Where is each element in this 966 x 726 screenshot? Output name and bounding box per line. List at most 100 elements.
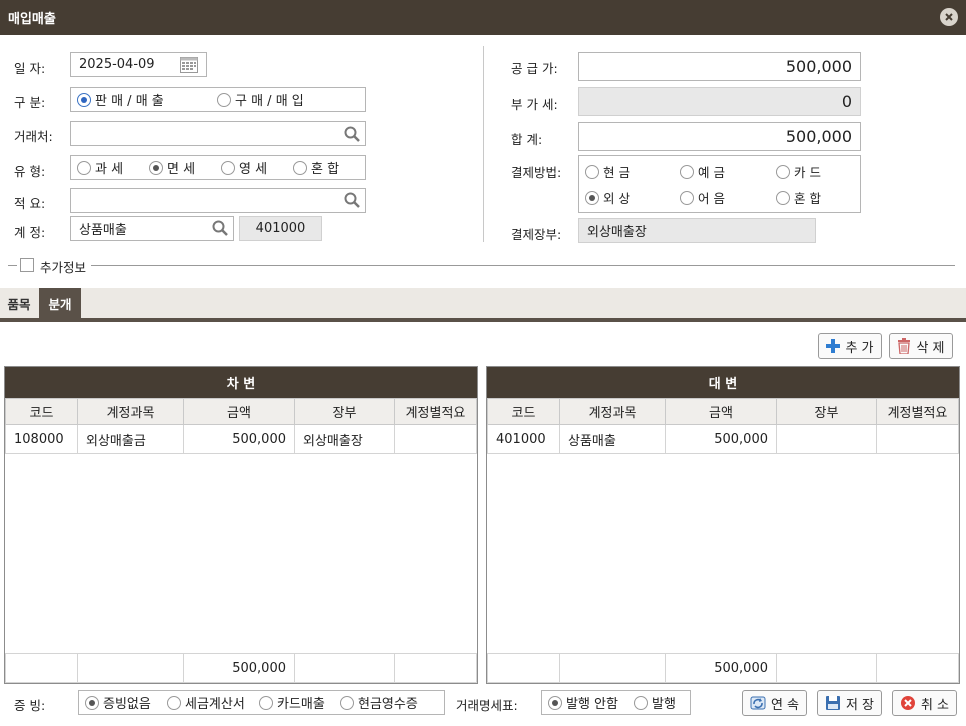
credit-table: 코드 계정과목 금액 장부 계정별적요 401000 상품매출 500,000 <box>487 398 959 454</box>
extra-info-label: 추가정보 <box>40 260 87 275</box>
kind-option-taxable[interactable]: 과 세 <box>77 158 149 177</box>
radio-icon[interactable] <box>634 695 648 710</box>
cell-code[interactable]: 108000 <box>5 424 78 454</box>
delete-row-button[interactable]: 삭 제 <box>889 333 953 359</box>
vat-label: 부 가 세: <box>511 97 558 112</box>
cell-code[interactable]: 401000 <box>487 424 560 454</box>
radio-icon[interactable] <box>548 695 562 710</box>
type-option-sale[interactable]: 판 매 / 매 출 <box>77 90 217 109</box>
radio-icon[interactable] <box>149 160 163 175</box>
pay-option-cash[interactable]: 현 금 <box>585 162 630 181</box>
credit-total: 500,000 <box>665 653 777 683</box>
radio-icon[interactable] <box>77 160 91 175</box>
calendar-icon[interactable] <box>180 56 198 73</box>
evidence-option-cash-receipt[interactable]: 현금영수증 <box>340 693 418 712</box>
continue-button[interactable]: 연 속 <box>742 690 807 716</box>
statement-option-issue[interactable]: 발행 <box>634 693 676 712</box>
close-button[interactable] <box>940 8 958 26</box>
credit-col-memo[interactable]: 계정별적요 <box>876 398 959 425</box>
evidence-option-tax-invoice[interactable]: 세금계산서 <box>167 693 259 712</box>
pay-option-mixed[interactable]: 혼 합 <box>776 188 821 207</box>
radio-icon[interactable] <box>776 164 790 179</box>
extra-info-checkbox[interactable] <box>20 258 34 272</box>
radio-icon[interactable] <box>167 695 181 710</box>
credit-grid: 대 변 코드 계정과목 금액 장부 계정별적요 401000 상품매출 500,… <box>486 366 960 684</box>
kind-option-exempt[interactable]: 면 세 <box>149 158 221 177</box>
cancel-button[interactable]: 취 소 <box>892 690 957 716</box>
account-code: 401000 <box>239 216 322 241</box>
cell-amount[interactable]: 500,000 <box>665 424 777 454</box>
account-search-icon[interactable] <box>212 220 228 236</box>
partner-search-icon[interactable] <box>344 126 360 142</box>
credit-col-ledger[interactable]: 장부 <box>776 398 877 425</box>
vat-amount: 0 <box>578 87 861 116</box>
cell-ledger[interactable] <box>776 424 877 454</box>
radio-icon[interactable] <box>259 695 273 710</box>
credit-col-code[interactable]: 코드 <box>487 398 560 425</box>
cell-memo[interactable] <box>876 424 959 454</box>
memo-search-icon[interactable] <box>344 192 360 208</box>
memo-input[interactable] <box>70 188 366 213</box>
total-amount-input[interactable]: 500,000 <box>578 122 861 151</box>
close-icon <box>945 13 953 21</box>
radio-icon[interactable] <box>340 695 354 710</box>
memo-label: 적 요: <box>14 196 46 211</box>
pay-option-credit[interactable]: 외 상 <box>585 188 630 207</box>
tab-journal[interactable]: 분개 <box>39 288 81 318</box>
debit-total: 500,000 <box>183 653 295 683</box>
evidence-option-card[interactable]: 카드매출 <box>259 693 340 712</box>
kind-label: 유 형: <box>14 164 46 179</box>
plus-icon <box>826 339 841 353</box>
floppy-disk-icon <box>825 696 840 710</box>
kind-option-zero[interactable]: 영 세 <box>221 158 293 177</box>
cancel-icon <box>900 696 915 710</box>
type-label: 구 분: <box>14 95 46 110</box>
cell-memo[interactable] <box>394 424 477 454</box>
radio-icon[interactable] <box>217 92 231 107</box>
type-option-purchase[interactable]: 구 매 / 매 입 <box>217 90 304 109</box>
debit-col-ledger[interactable]: 장부 <box>294 398 395 425</box>
cell-amount[interactable]: 500,000 <box>183 424 295 454</box>
debit-col-amount[interactable]: 금액 <box>183 398 295 425</box>
add-row-button[interactable]: 추 가 <box>818 333 882 359</box>
date-value: 2025-04-09 <box>79 57 155 72</box>
debit-col-account[interactable]: 계정과목 <box>77 398 184 425</box>
credit-col-account[interactable]: 계정과목 <box>559 398 666 425</box>
table-row[interactable]: 108000 외상매출금 500,000 외상매출장 <box>5 424 477 454</box>
date-label: 일 자: <box>14 61 46 76</box>
radio-icon[interactable] <box>585 190 599 205</box>
table-row[interactable]: 401000 상품매출 500,000 <box>487 424 959 454</box>
account-input[interactable]: 상품매출 <box>70 216 234 241</box>
cell-ledger[interactable]: 외상매출장 <box>294 424 395 454</box>
radio-icon[interactable] <box>221 160 235 175</box>
credit-col-amount[interactable]: 금액 <box>665 398 777 425</box>
kind-option-mixed[interactable]: 혼 합 <box>293 158 339 177</box>
radio-icon[interactable] <box>293 160 307 175</box>
radio-icon[interactable] <box>680 164 694 179</box>
tab-items[interactable]: 품목 <box>0 288 38 318</box>
ledger-label: 결제장부: <box>511 227 562 242</box>
radio-icon[interactable] <box>85 695 99 710</box>
pay-option-bill[interactable]: 어 음 <box>680 188 725 207</box>
statement-option-none[interactable]: 발행 안함 <box>548 693 634 712</box>
fieldset-line-right <box>91 265 955 266</box>
radio-icon[interactable] <box>77 92 91 107</box>
pay-option-deposit[interactable]: 예 금 <box>680 162 725 181</box>
radio-icon[interactable] <box>585 164 599 179</box>
ledger-value: 외상매출장 <box>578 218 816 243</box>
radio-icon[interactable] <box>776 190 790 205</box>
payment-label: 결제방법: <box>511 165 562 180</box>
pay-option-card[interactable]: 카 드 <box>776 162 821 181</box>
debit-col-memo[interactable]: 계정별적요 <box>394 398 477 425</box>
radio-icon[interactable] <box>680 190 694 205</box>
evidence-option-none[interactable]: 증빙없음 <box>85 693 167 712</box>
save-button[interactable]: 저 장 <box>817 690 882 716</box>
partner-input[interactable] <box>70 121 366 146</box>
statement-label: 거래명세표: <box>456 698 518 713</box>
supply-label: 공 급 가: <box>511 61 558 76</box>
debit-col-code[interactable]: 코드 <box>5 398 78 425</box>
date-field[interactable]: 2025-04-09 <box>70 52 207 77</box>
supply-amount-input[interactable]: 500,000 <box>578 52 861 81</box>
cell-account[interactable]: 외상매출금 <box>77 424 184 454</box>
cell-account[interactable]: 상품매출 <box>559 424 666 454</box>
